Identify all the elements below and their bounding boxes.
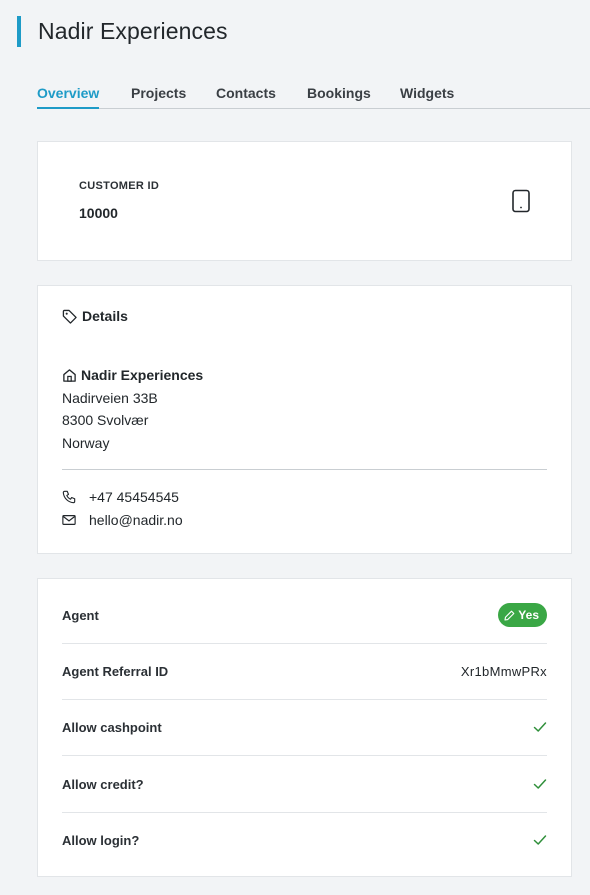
pencil-icon (504, 610, 515, 621)
customer-id-card: CUSTOMER ID 10000 (37, 141, 572, 261)
tab-contacts[interactable]: Contacts (216, 84, 276, 108)
tab-widgets[interactable]: Widgets (400, 84, 454, 108)
property-row-allow-login: Allow login? (62, 812, 547, 868)
company-name: Nadir Experiences (81, 367, 204, 383)
mail-icon (62, 514, 89, 526)
check-icon (533, 833, 547, 847)
check-icon (533, 720, 547, 734)
details-card: Details Nadir Experiences Nadirveien 33B… (37, 285, 572, 554)
phone-row: +47 45454545 (62, 489, 179, 505)
details-heading: Details (62, 308, 128, 324)
phone-icon (62, 490, 89, 504)
tablet-icon[interactable] (511, 189, 531, 213)
property-label: Agent (62, 607, 99, 623)
agent-referral-id-value: Xr1bMmwPRx (460, 663, 547, 679)
customer-id-value: 10000 (79, 205, 118, 221)
email-row: hello@nadir.no (62, 512, 183, 528)
address-line-2: 8300 Svolvær (62, 412, 149, 428)
property-label: Allow credit? (62, 776, 144, 792)
tag-icon (62, 309, 77, 324)
agent-status-text: Yes (518, 608, 539, 622)
property-label: Agent Referral ID (62, 663, 169, 679)
check-icon (533, 777, 547, 791)
tab-projects[interactable]: Projects (131, 84, 186, 108)
details-divider (62, 469, 547, 470)
address-block: Nadir Experiences Nadirveien 33B 8300 Sv… (62, 364, 203, 454)
property-row-allow-credit: Allow credit? (62, 756, 547, 813)
property-label: Allow cashpoint (62, 719, 162, 735)
agent-status-badge[interactable]: Yes (498, 603, 547, 627)
customer-id-label: CUSTOMER ID (79, 180, 160, 192)
property-row-agent-referral-id: Agent Referral ID Xr1bMmwPRx (62, 643, 547, 700)
tab-bookings[interactable]: Bookings (307, 84, 371, 108)
email-address[interactable]: hello@nadir.no (89, 512, 183, 528)
address-line-1: Nadirveien 33B (62, 389, 158, 406)
address-country: Norway (62, 434, 110, 451)
tab-bar: Overview Projects Contacts Bookings Widg… (37, 84, 590, 109)
details-heading-text: Details (82, 308, 128, 324)
property-row-allow-cashpoint: Allow cashpoint (62, 699, 547, 756)
page-title: Nadir Experiences (38, 18, 228, 44)
property-label: Allow login? (62, 832, 140, 848)
property-row-agent: Agent Yes (62, 587, 547, 644)
tab-overview[interactable]: Overview (37, 84, 100, 109)
properties-card: Agent Yes Agent Referral ID Xr1bMmwPRx A… (37, 578, 572, 877)
home-icon (62, 368, 77, 383)
page-title-bar: Nadir Experiences (17, 16, 228, 47)
phone-number[interactable]: +47 45454545 (89, 489, 179, 505)
